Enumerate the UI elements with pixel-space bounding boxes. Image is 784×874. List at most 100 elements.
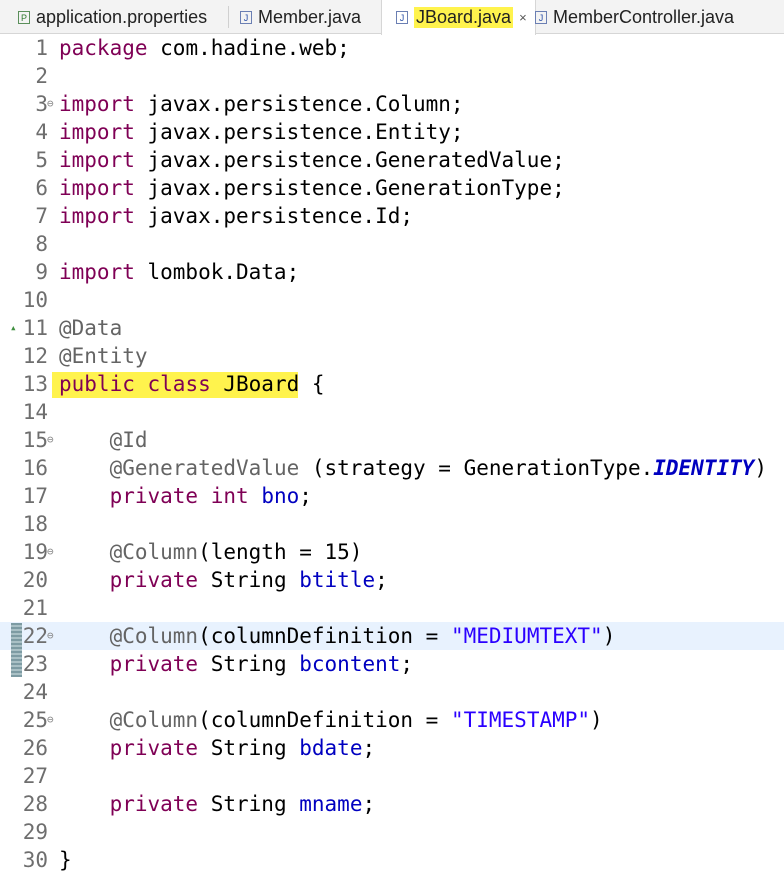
line-number: 19	[22, 540, 48, 564]
code-line[interactable]: 27	[0, 762, 784, 790]
close-icon[interactable]: ×	[519, 10, 527, 25]
code-line[interactable]: 16 @GeneratedValue (strategy = Generatio…	[0, 454, 784, 482]
line-number: 12	[22, 344, 48, 368]
code-line[interactable]: 28 private String mname;	[0, 790, 784, 818]
code-token: ;	[299, 484, 312, 508]
code-token: private	[109, 792, 199, 816]
code-text: @Id	[59, 426, 148, 454]
code-line[interactable]: 5 import javax.persistence.GeneratedValue…	[0, 146, 784, 174]
code-line[interactable]: 26 private String bdate;	[0, 734, 784, 762]
code-text: @Column(columnDefinition = "TIMESTAMP")	[59, 706, 603, 734]
code-line[interactable]: 12 @Entity	[0, 342, 784, 370]
code-token: )	[602, 624, 616, 648]
code-line[interactable]: 7 import javax.persistence.Id;	[0, 202, 784, 230]
code-token: private	[109, 736, 199, 760]
code-token: IDENTITY	[653, 456, 755, 480]
code-token: int	[210, 484, 249, 508]
code-token: ;	[375, 568, 388, 592]
code-token: javax.persistence.Column;	[134, 92, 464, 116]
code-line[interactable]: 8	[0, 230, 784, 258]
code-text: private int bno;	[59, 482, 312, 510]
code-token: import	[59, 176, 135, 200]
code-line[interactable]: 14	[0, 398, 784, 426]
code-line[interactable]: 2	[0, 62, 784, 90]
code-token: @Column	[109, 540, 199, 564]
line-number: 4	[35, 120, 48, 144]
fold-toggle-icon[interactable]: ⊖	[47, 622, 54, 650]
fold-toggle-icon[interactable]: ⊖	[47, 706, 54, 734]
line-number: 13	[22, 372, 48, 396]
code-line[interactable]: 4 import javax.persistence.Entity;	[0, 118, 784, 146]
line-number: 1	[35, 36, 48, 60]
line-number: 6	[35, 176, 48, 200]
tab-member-java[interactable]: J Member.java	[240, 0, 361, 34]
code-token: (length = 15)	[198, 540, 363, 564]
line-number: 7	[35, 204, 48, 228]
code-line[interactable]: 6 import javax.persistence.GenerationType…	[0, 174, 784, 202]
line-number: 3	[35, 92, 48, 116]
code-text: }	[59, 846, 72, 874]
fold-toggle-icon[interactable]: ⊖	[47, 426, 54, 454]
code-token: import	[59, 120, 135, 144]
code-text: private String bdate;	[59, 734, 376, 762]
code-editor[interactable]: 1 package com.hadine.web; 2 3 ⊖ import javax.…	[0, 34, 784, 874]
code-token: package	[59, 36, 148, 60]
tab-jboard-java[interactable]: J JBoard.java ×	[381, 0, 536, 35]
code-line[interactable]: 9 import lombok.Data;	[0, 258, 784, 286]
code-line[interactable]: 25 ⊖ @Column(columnDefinition = "TIMESTAM…	[0, 706, 784, 734]
code-line[interactable]: 23 private String bcontent;	[0, 650, 784, 678]
java-file-icon: J	[535, 10, 547, 24]
tab-label: MemberController.java	[553, 6, 735, 27]
code-token: (strategy = GenerationType.	[299, 456, 654, 480]
tab-member-controller-java[interactable]: J MemberController.java	[535, 0, 734, 34]
line-number: 15	[22, 428, 48, 452]
line-number: 5	[35, 148, 48, 172]
tab-label: application.properties	[36, 6, 208, 27]
code-token: javax.persistence.GeneratedValue;	[134, 148, 565, 172]
code-line[interactable]: 24	[0, 678, 784, 706]
code-text: import javax.persistence.Column;	[59, 90, 464, 118]
tab-application-properties[interactable]: P application.properties	[18, 0, 207, 34]
code-line[interactable]: 13 public class JBoard {	[0, 370, 784, 398]
tab-label: Member.java	[258, 6, 362, 27]
line-number: 29	[22, 820, 48, 844]
code-line[interactable]: 18	[0, 510, 784, 538]
line-number: 20	[22, 568, 48, 592]
line-number: 10	[22, 288, 48, 312]
code-token: (columnDefinition =	[198, 624, 451, 648]
code-token: @GeneratedValue	[109, 456, 300, 480]
code-line[interactable]: 21	[0, 594, 784, 622]
code-line[interactable]: 3 ⊖ import javax.persistence.Column;	[0, 90, 784, 118]
code-token: @Data	[59, 316, 123, 340]
code-line[interactable]: 1 package com.hadine.web;	[0, 34, 784, 62]
code-token: )	[590, 708, 603, 732]
line-number: 21	[22, 596, 48, 620]
code-text: public class JBoard {	[59, 370, 325, 398]
java-file-icon: J	[396, 11, 408, 24]
code-line[interactable]: 10	[0, 286, 784, 314]
code-token: JBoard {	[210, 372, 325, 396]
code-token: bcontent	[299, 652, 401, 676]
code-line[interactable]: 17 private int bno;	[0, 482, 784, 510]
code-token: "TIMESTAMP"	[450, 708, 591, 732]
code-text: @Column(length = 15)	[59, 538, 363, 566]
code-line[interactable]: 30}	[0, 846, 784, 874]
fold-toggle-icon[interactable]: ⊖	[47, 538, 54, 566]
code-line[interactable]: 29	[0, 818, 784, 846]
code-token: javax.persistence.GenerationType;	[134, 176, 565, 200]
code-line[interactable]: 15 ⊖ @Id	[0, 426, 784, 454]
code-line[interactable]: 19 ⊖ @Column(length = 15)	[0, 538, 784, 566]
code-line[interactable]: 20 private String btitle;	[0, 566, 784, 594]
code-token: String	[198, 568, 300, 592]
code-line[interactable]: 22 ⊖ @Column(columnDefinition = "MEDIUMTE…	[0, 622, 784, 650]
code-line[interactable]: 11 ▴ @Data	[0, 314, 784, 342]
code-token: @Column	[109, 624, 199, 648]
fold-toggle-icon[interactable]: ⊖	[47, 90, 54, 118]
